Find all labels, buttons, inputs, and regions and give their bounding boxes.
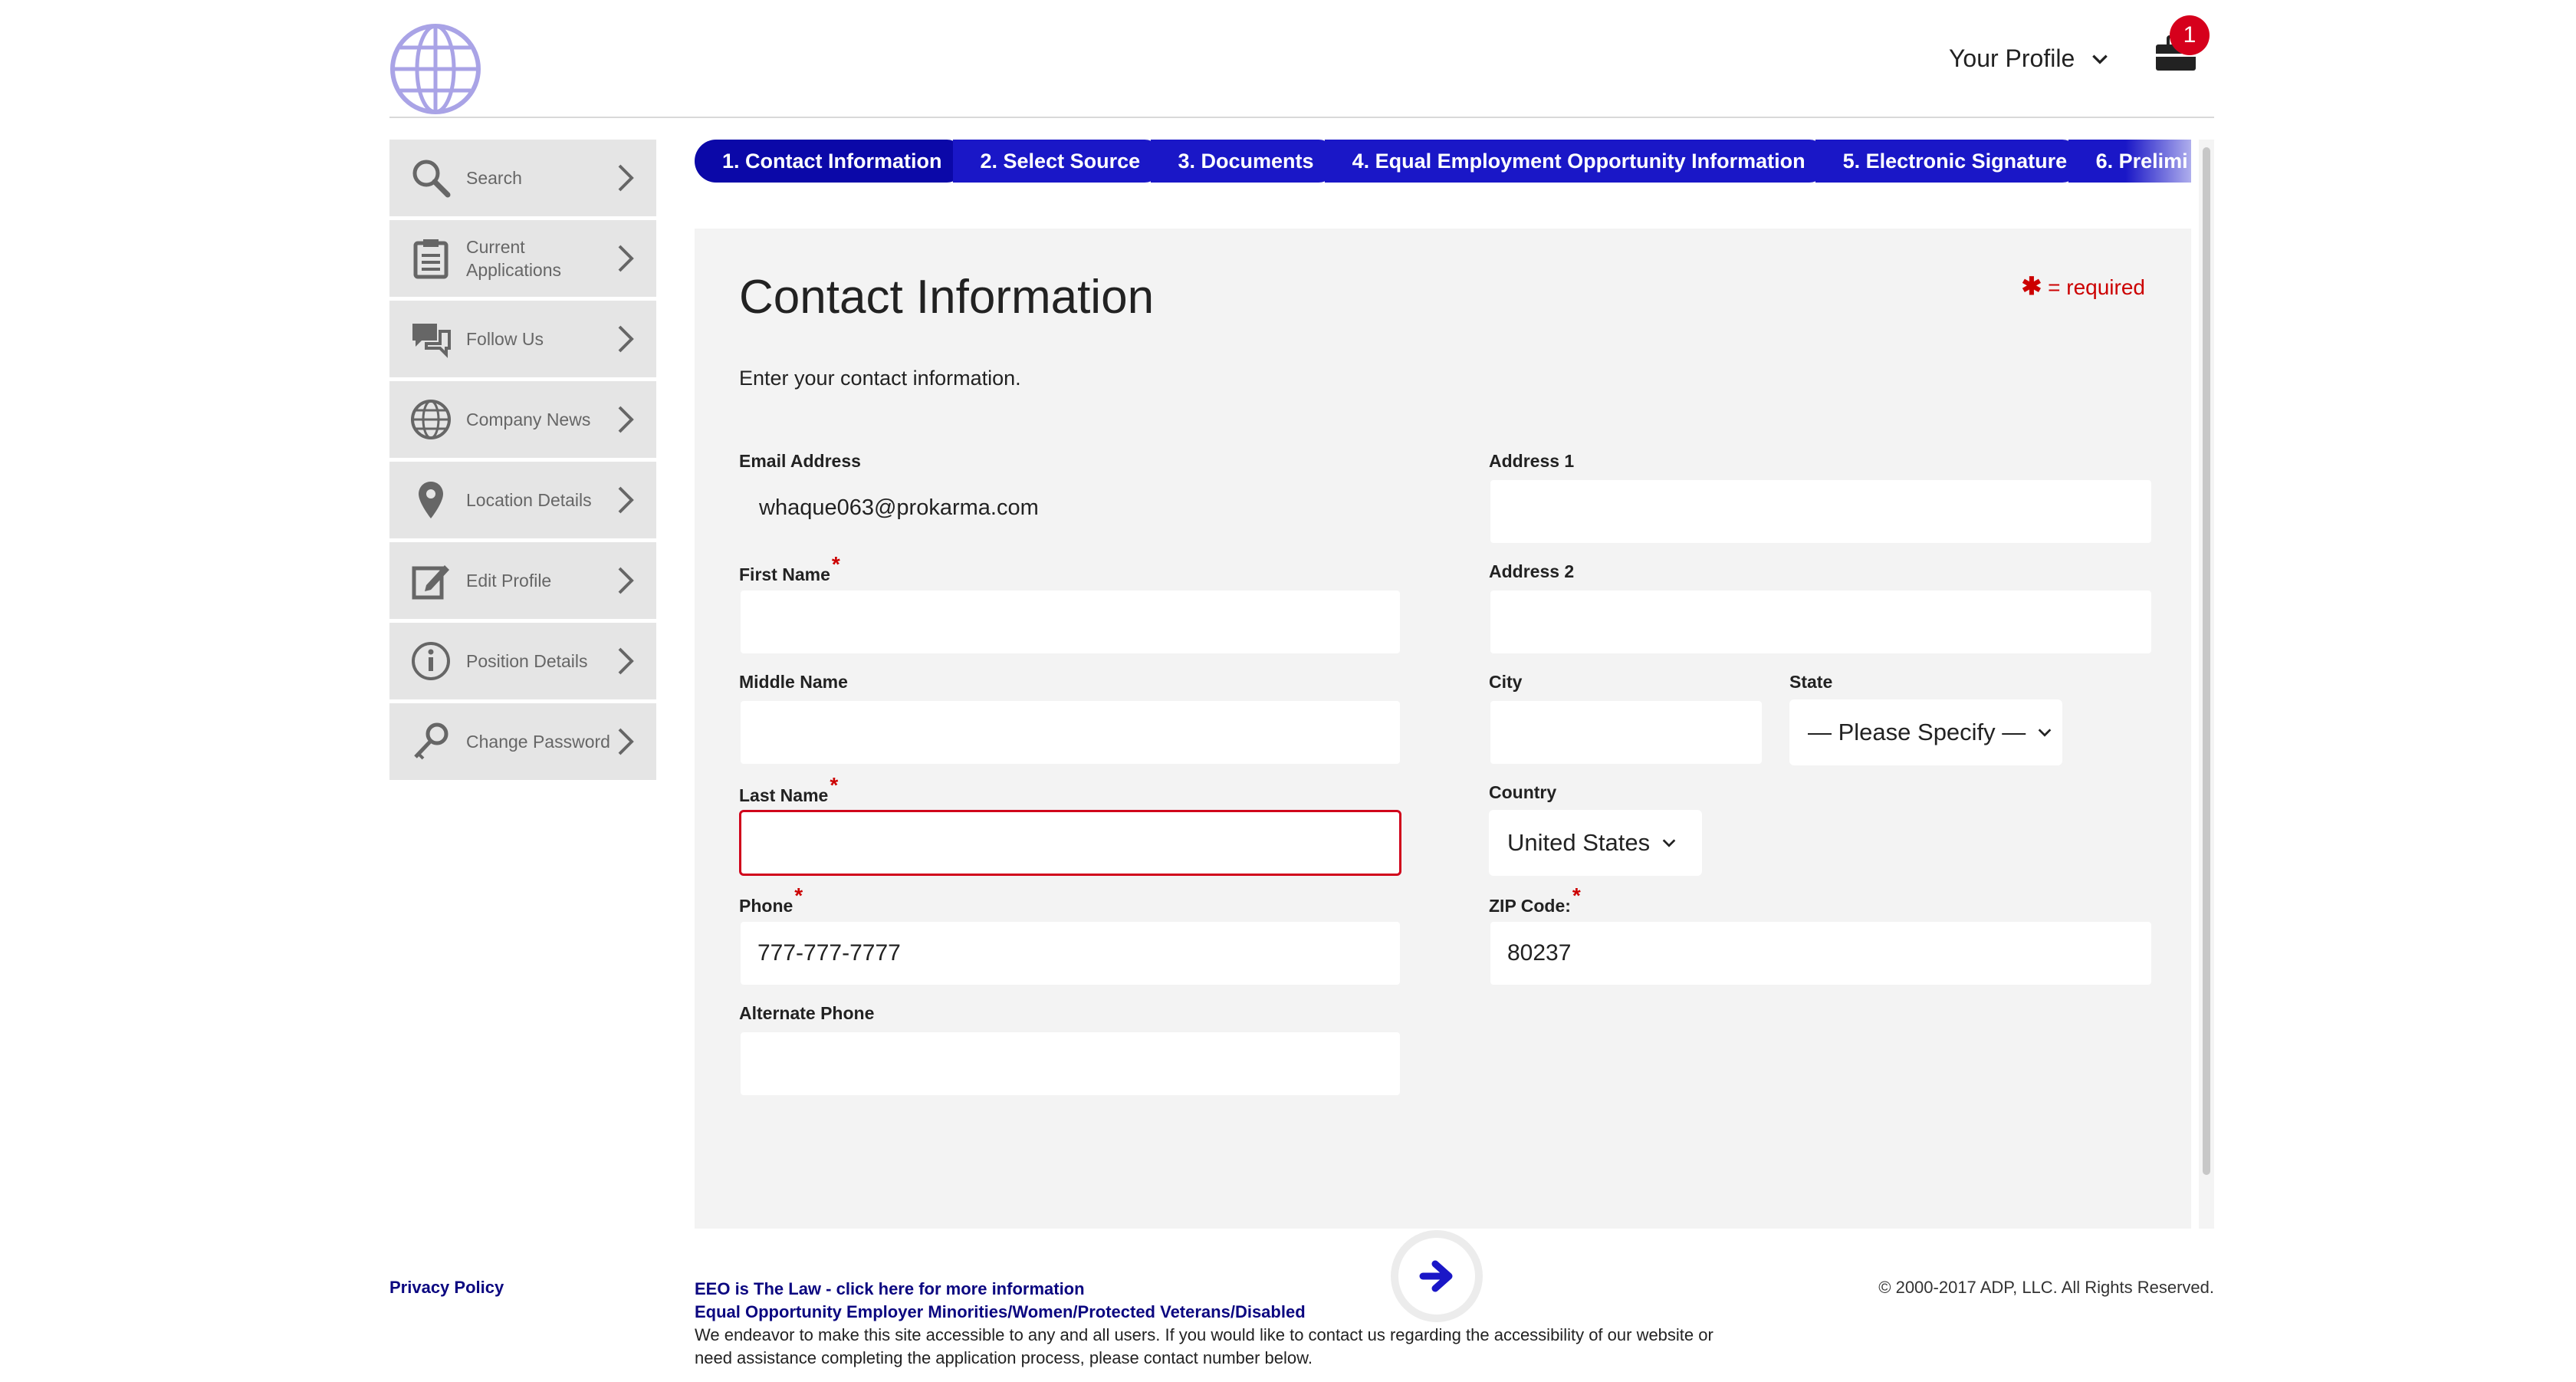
- address1-label: Address 1: [1489, 451, 1575, 471]
- eeo-law-link[interactable]: EEO is The Law - click here for more inf…: [695, 1278, 1768, 1301]
- alt-phone-field[interactable]: [739, 1031, 1401, 1097]
- address2-field[interactable]: [1489, 589, 2153, 655]
- info-icon: [408, 638, 454, 684]
- chevron-down-icon: [2092, 54, 2108, 64]
- sidebar-item-follow-us[interactable]: Follow Us: [389, 301, 656, 377]
- chevron-right-icon: [618, 325, 634, 353]
- chevron-down-icon: [1662, 839, 1676, 847]
- header: Your Profile 1: [389, 0, 2214, 118]
- phone-field[interactable]: 777-777-7777: [739, 920, 1401, 986]
- sidebar-item-edit-profile[interactable]: Edit Profile: [389, 542, 656, 619]
- map-pin-icon: [408, 477, 454, 523]
- email-label: Email Address: [739, 451, 861, 471]
- required-legend: ✱ = required: [2022, 271, 2145, 301]
- step-contact-information[interactable]: 1. Contact Information: [695, 140, 968, 183]
- sidebar-item-label: Current Applications: [466, 237, 562, 280]
- country-label: Country: [1489, 782, 1557, 802]
- required-asterisk-icon: ✱: [2021, 272, 2042, 300]
- eeo-employer-text: Equal Opportunity Employer Minorities/Wo…: [695, 1302, 1306, 1321]
- city-label: City: [1489, 672, 1523, 692]
- address2-label: Address 2: [1489, 561, 1575, 581]
- zip-label: ZIP Code:*: [1489, 883, 1581, 916]
- sidebar-item-position-details[interactable]: Position Details: [389, 623, 656, 699]
- step-preliminary[interactable]: 6. Prelimi: [2068, 140, 2191, 183]
- email-value: whaque063@prokarma.com: [759, 495, 1039, 520]
- sidebar-item-label: Position Details: [466, 651, 588, 671]
- last-name-field[interactable]: [739, 810, 1401, 876]
- state-select-value: — Please Specify —: [1808, 719, 2026, 745]
- form-intro: Enter your contact information.: [739, 367, 1021, 390]
- chat-bubbles-icon: [408, 316, 454, 362]
- progress-steps: 1. Contact Information 2. Select Source …: [695, 140, 2191, 183]
- key-icon: [408, 719, 454, 765]
- sidebar-item-label: Search: [466, 168, 522, 188]
- required-note: = required: [2048, 275, 2145, 299]
- middle-name-label: Middle Name: [739, 672, 848, 692]
- step-eeo-information[interactable]: 4. Equal Employment Opportunity Informat…: [1324, 140, 1831, 183]
- sidebar-item-label: Follow Us: [466, 329, 544, 349]
- chevron-right-icon: [618, 647, 634, 675]
- chevron-down-icon: [2038, 729, 2052, 737]
- profile-menu[interactable]: Your Profile: [1949, 44, 2110, 73]
- footer-info: EEO is The Law - click here for more inf…: [695, 1278, 1768, 1370]
- state-select[interactable]: — Please Specify —: [1789, 699, 2062, 765]
- edit-icon: [408, 558, 454, 604]
- last-name-label: Last Name*: [739, 773, 839, 805]
- address1-field[interactable]: [1489, 479, 2153, 545]
- sidebar-item-company-news[interactable]: Company News: [389, 381, 656, 458]
- scrollbar[interactable]: [2199, 140, 2214, 1229]
- step-documents[interactable]: 3. Documents: [1150, 140, 1340, 183]
- chevron-right-icon: [618, 164, 634, 192]
- chevron-right-icon: [618, 406, 634, 433]
- clipboard-icon: [408, 235, 454, 281]
- step-select-source[interactable]: 2. Select Source: [952, 140, 1166, 183]
- main-content: 1. Contact Information 2. Select Source …: [695, 140, 2214, 1322]
- globe-logo-icon[interactable]: [389, 23, 481, 115]
- sidebar-item-current-applications[interactable]: Current Applications: [389, 220, 656, 297]
- first-name-field[interactable]: [739, 589, 1401, 655]
- alt-phone-label: Alternate Phone: [739, 1003, 875, 1023]
- first-name-label: First Name*: [739, 552, 840, 584]
- sidebar-item-location-details[interactable]: Location Details: [389, 462, 656, 538]
- middle-name-field[interactable]: [739, 699, 1401, 765]
- chevron-right-icon: [618, 486, 634, 514]
- country-select-value: United States: [1507, 829, 1651, 856]
- contact-form-panel: Contact Information ✱ = required Enter y…: [695, 229, 2191, 1322]
- accessibility-text: We endeavor to make this site accessible…: [695, 1325, 1714, 1367]
- copyright: © 2000-2017 ADP, LLC. All Rights Reserve…: [1878, 1278, 2214, 1297]
- city-field[interactable]: [1489, 699, 1763, 765]
- chevron-right-icon: [618, 567, 634, 594]
- chevron-right-icon: [618, 245, 634, 272]
- sidebar-item-label: Location Details: [466, 490, 592, 510]
- country-select[interactable]: United States: [1489, 810, 1702, 876]
- sidebar: Search Current Applications Follow Us Co…: [389, 140, 656, 784]
- sidebar-item-label: Company News: [466, 410, 591, 429]
- zip-field[interactable]: 80237: [1489, 920, 2153, 986]
- sidebar-item-search[interactable]: Search: [389, 140, 656, 216]
- globe-icon: [408, 397, 454, 443]
- search-icon: [408, 155, 454, 201]
- page-title: Contact Information: [739, 271, 1155, 324]
- step-electronic-signature[interactable]: 5. Electronic Signature: [1815, 140, 2084, 183]
- notification-badge[interactable]: 1: [2170, 15, 2210, 55]
- phone-label: Phone*: [739, 883, 803, 916]
- profile-label: Your Profile: [1949, 44, 2075, 72]
- state-label: State: [1789, 672, 1833, 692]
- sidebar-item-label: Edit Profile: [466, 571, 552, 591]
- sidebar-item-label: Change Password: [466, 732, 610, 752]
- chevron-right-icon: [618, 728, 634, 755]
- sidebar-item-change-password[interactable]: Change Password: [389, 703, 656, 780]
- scrollbar-thumb[interactable]: [2203, 147, 2210, 1175]
- privacy-policy-link[interactable]: Privacy Policy: [389, 1278, 504, 1298]
